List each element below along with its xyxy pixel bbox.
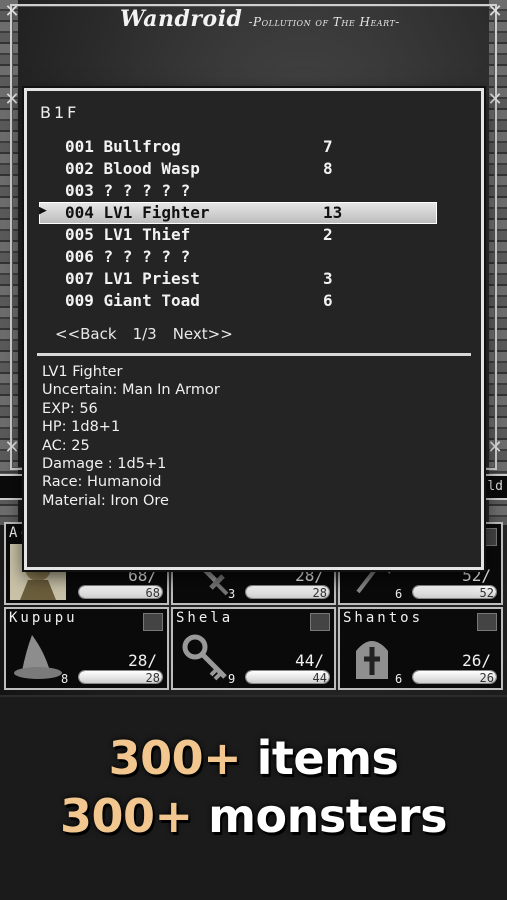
pager: <<Back 1/3 Next>> (55, 325, 233, 343)
monster-id-name: 007 LV1 Priest (65, 269, 200, 288)
monster-book-dialog: B1F 001 Bullfrog 7 002 Blood Wasp 8 003 ? ? … (24, 88, 484, 570)
monster-id-name: 003 ? ? ? ? ? (65, 181, 191, 200)
ornament-corner-icon: ✕ (487, 89, 503, 110)
floor-label: B1F (40, 103, 80, 122)
game-title: Wandroid -Pollution of The Heart- (120, 6, 400, 40)
ornament-corner-icon: ✕ (4, 89, 20, 110)
party-member-card[interactable]: Shantos 6 26/26 (338, 607, 503, 690)
monster-id-name: 006 ? ? ? ? ? (65, 247, 191, 266)
status-icon[interactable] (477, 613, 497, 631)
member-hp-current: 26/ (462, 651, 491, 670)
member-hp-current: 28/ (128, 651, 157, 670)
promo-items-count: 300+ (108, 731, 242, 785)
promo-items-line: 300+ items (0, 731, 507, 785)
promo-banner: 300+ items 300+ monsters (0, 695, 507, 900)
promo-monsters-count: 300+ (59, 789, 193, 843)
monster-id-name: 004 LV1 Fighter (65, 203, 210, 222)
monster-id-name: 002 Blood Wasp (65, 159, 200, 178)
ornament-corner-icon: ✕ (4, 1, 20, 22)
member-level: 3 (228, 587, 236, 601)
monster-kill-count: 8 (323, 159, 333, 178)
monster-list-row[interactable]: 006 ? ? ? ? ? (39, 246, 439, 268)
monster-id-name: 005 LV1 Thief (65, 225, 191, 244)
ornament-corner-icon: ✕ (487, 1, 503, 22)
member-name: Shela (176, 610, 234, 626)
member-hp-max: 28 (145, 671, 160, 685)
status-icon[interactable] (143, 613, 163, 631)
monster-kill-count: 3 (323, 269, 333, 288)
monster-list-row[interactable]: 005 LV1 Thief 2 (39, 224, 439, 246)
game-title-subtitle: -Pollution of The Heart- (248, 15, 400, 29)
party-member-card[interactable]: Shela 9 44/44 (171, 607, 336, 690)
member-level: 8 (61, 672, 69, 686)
back-button[interactable]: <<Back (55, 325, 117, 343)
detail-stat: AC: 25 (42, 437, 90, 454)
member-level: 9 (228, 672, 236, 686)
member-name: Kupupu (9, 610, 78, 626)
monster-list-row[interactable]: 001 Bullfrog 7 (39, 136, 439, 158)
monster-id-name: 009 Giant Toad (65, 291, 200, 310)
selection-arrow-icon: ▶ (39, 203, 47, 218)
ornament-corner-icon: ✕ (4, 437, 20, 458)
divider (37, 353, 471, 356)
key-icon (177, 629, 233, 685)
member-hp-max: 52 (479, 586, 494, 600)
next-button[interactable]: Next>> (173, 325, 233, 343)
monster-kill-count: 6 (323, 291, 333, 310)
status-icon[interactable] (310, 613, 330, 631)
detail-stat: Uncertain: Man In Armor (42, 382, 220, 399)
mitre-icon (344, 629, 400, 685)
monster-kill-count: 7 (323, 137, 333, 156)
monster-list: 001 Bullfrog 7 002 Blood Wasp 8 003 ? ? ? ? … (39, 136, 439, 312)
wizard-hat-icon (10, 629, 66, 685)
party-member-card[interactable]: Kupupu 8 28/28 (4, 607, 169, 690)
detail-stat: Damage : 1d5+1 (42, 456, 167, 473)
member-hp-current: 44/ (295, 651, 324, 670)
monster-list-row[interactable]: 002 Blood Wasp 8 (39, 158, 439, 180)
monster-list-row[interactable]: 007 LV1 Priest 3 (39, 268, 439, 290)
promo-monsters-label: monsters (192, 789, 447, 843)
member-hp-max: 26 (479, 671, 494, 685)
member-hp-max: 28 (312, 586, 327, 600)
detail-stat: EXP: 56 (42, 400, 98, 417)
monster-kill-count: 13 (323, 203, 343, 222)
member-hp-max: 68 (145, 586, 160, 600)
detail-stat: Race: Humanoid (42, 474, 162, 491)
member-name: Shantos (343, 610, 424, 626)
monster-id-name: 001 Bullfrog (65, 137, 181, 156)
detail-monster-name: LV1 Fighter (42, 364, 123, 380)
page-indicator: 1/3 (132, 325, 157, 343)
member-hp-max: 44 (312, 671, 327, 685)
monster-detail: LV1 Fighter Uncertain: Man In Armor EXP: 5… (42, 363, 462, 510)
monster-list-row[interactable]: ▶ 004 LV1 Fighter 13 (39, 202, 439, 224)
monster-kill-count: 2 (323, 225, 333, 244)
member-level: 6 (395, 672, 403, 686)
message-text: ld (487, 479, 503, 494)
detail-stat: Material: Iron Ore (42, 492, 169, 509)
promo-items-label: items (241, 731, 399, 785)
monster-list-row[interactable]: 003 ? ? ? ? ? (39, 180, 439, 202)
ornament-corner-icon: ✕ (487, 437, 503, 458)
monster-list-row[interactable]: 009 Giant Toad 6 (39, 290, 439, 312)
promo-monsters-line: 300+ monsters (0, 789, 507, 843)
member-level: 6 (395, 587, 403, 601)
game-title-main: Wandroid (120, 6, 243, 32)
detail-stat: HP: 1d8+1 (42, 419, 121, 436)
